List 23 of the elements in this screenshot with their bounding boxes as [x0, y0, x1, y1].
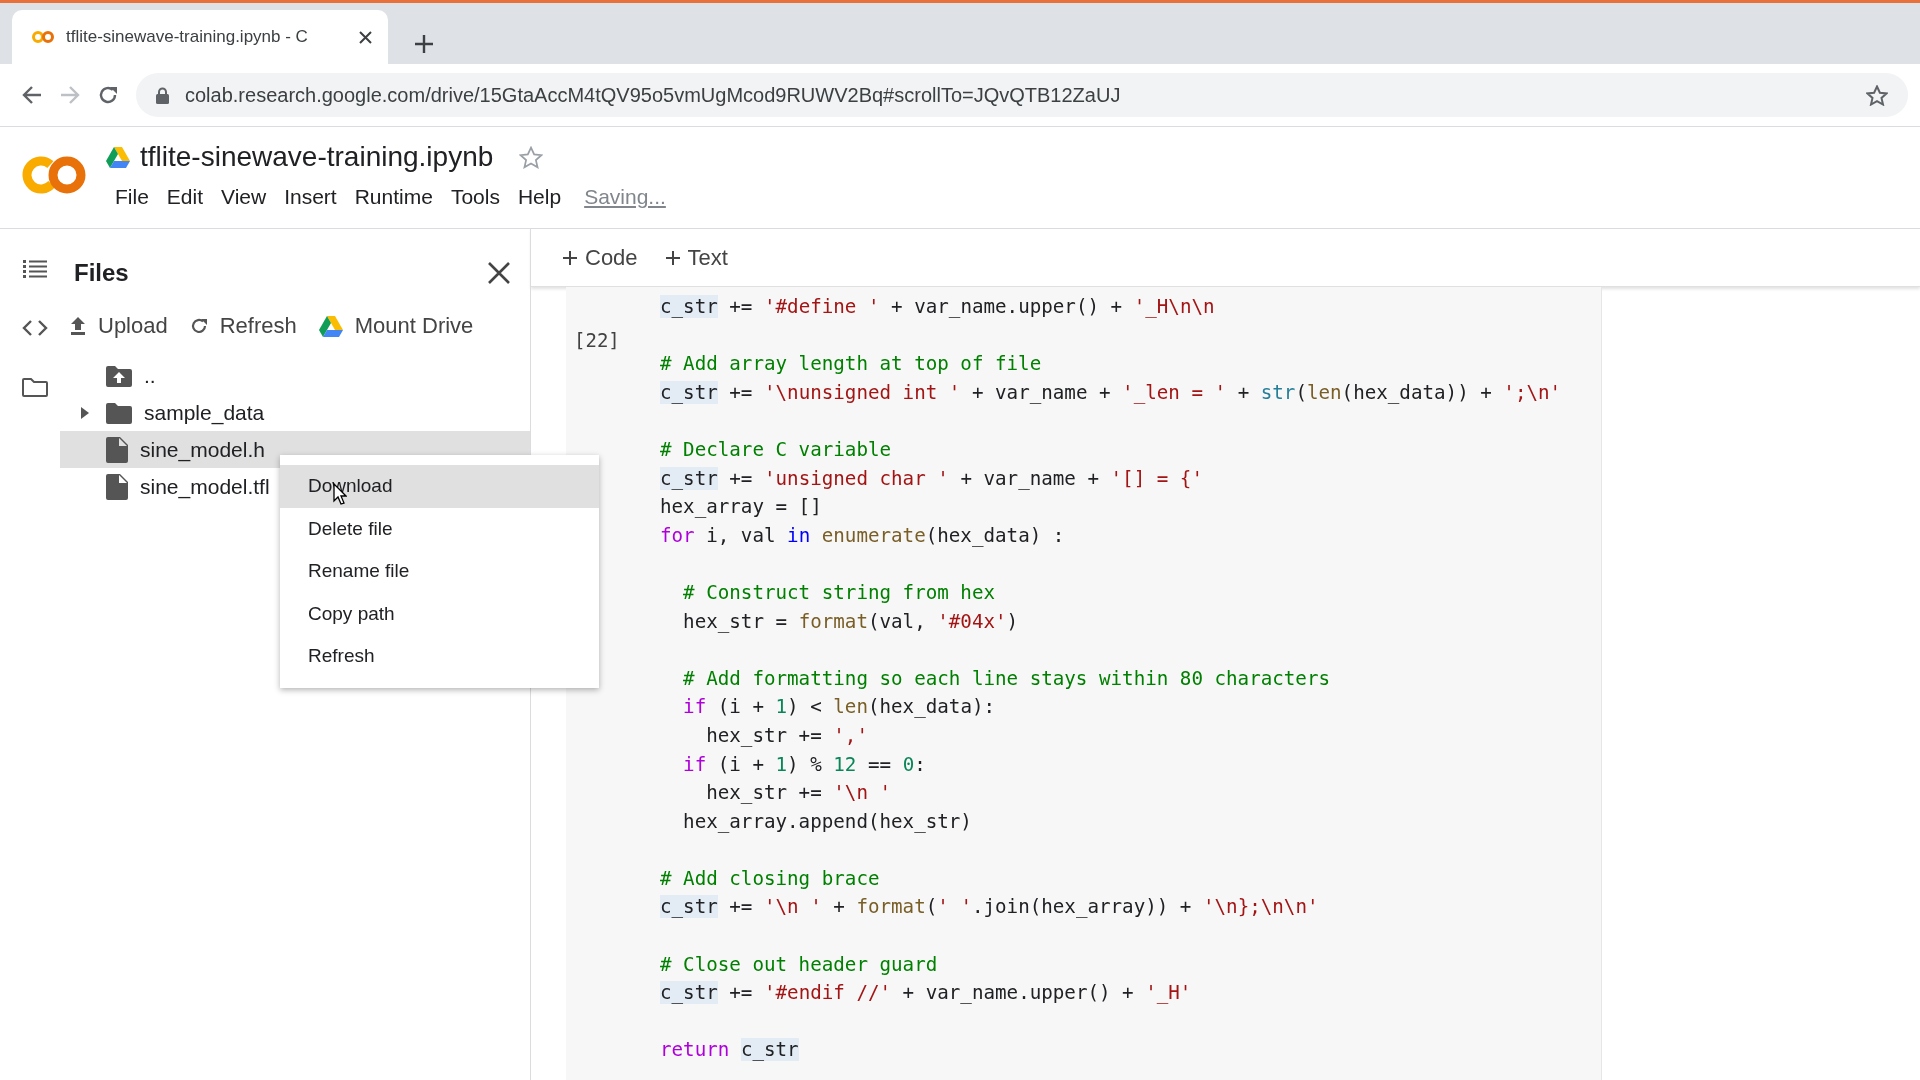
- code-line: hex_str += ',': [705, 722, 869, 749]
- code-line: hex_array.append(hex_str): [682, 808, 973, 835]
- code-line: hex_array = []: [660, 494, 823, 521]
- code-line: if (i + 1) < len(hex_data):: [682, 694, 997, 721]
- save-status: Saving...: [583, 184, 667, 210]
- code-line: c_str += '#define ' + var_name.upper() + '_H\n\n: [660, 294, 1216, 320]
- code-line: # Add array length at top of file: [660, 351, 1043, 378]
- code-line: c_str += 'unsigned char ' + var_name + '[] = {': [660, 465, 1204, 492]
- code-line: c_str += '\n ' + format(' '.join(hex_array)) + '\n};\n\n': [660, 894, 1320, 921]
- code-line: hex_str += '\n ': [705, 780, 893, 807]
- code-line: for i, val in enumerate(hex_data) :: [660, 522, 1066, 549]
- code-line: return c_str: [660, 1037, 800, 1064]
- execution-count: [22]: [574, 329, 620, 351]
- code-line: c_str += '#endif //' + var_name.upper() + '_H': [660, 980, 1193, 1007]
- code-line: # Add formatting so each line stays within 80 characters: [682, 665, 1331, 692]
- code-line: c_str += '\nunsigned int ' + var_name + '_len = ' + str(len(hex_data)) + ';\n': [660, 379, 1562, 406]
- code-line: hex_str = format(val, '#04x'): [682, 608, 1020, 635]
- code-line: # Close out header guard: [660, 951, 939, 978]
- code-line: # Construct string from hex: [682, 579, 996, 606]
- code-line: # Add closing brace: [660, 865, 881, 892]
- panel-title: Files: [74, 259, 129, 287]
- code-line: if (i + 1) % 12 == 0:: [682, 751, 927, 778]
- code-line: # Declare C variable: [660, 436, 893, 463]
